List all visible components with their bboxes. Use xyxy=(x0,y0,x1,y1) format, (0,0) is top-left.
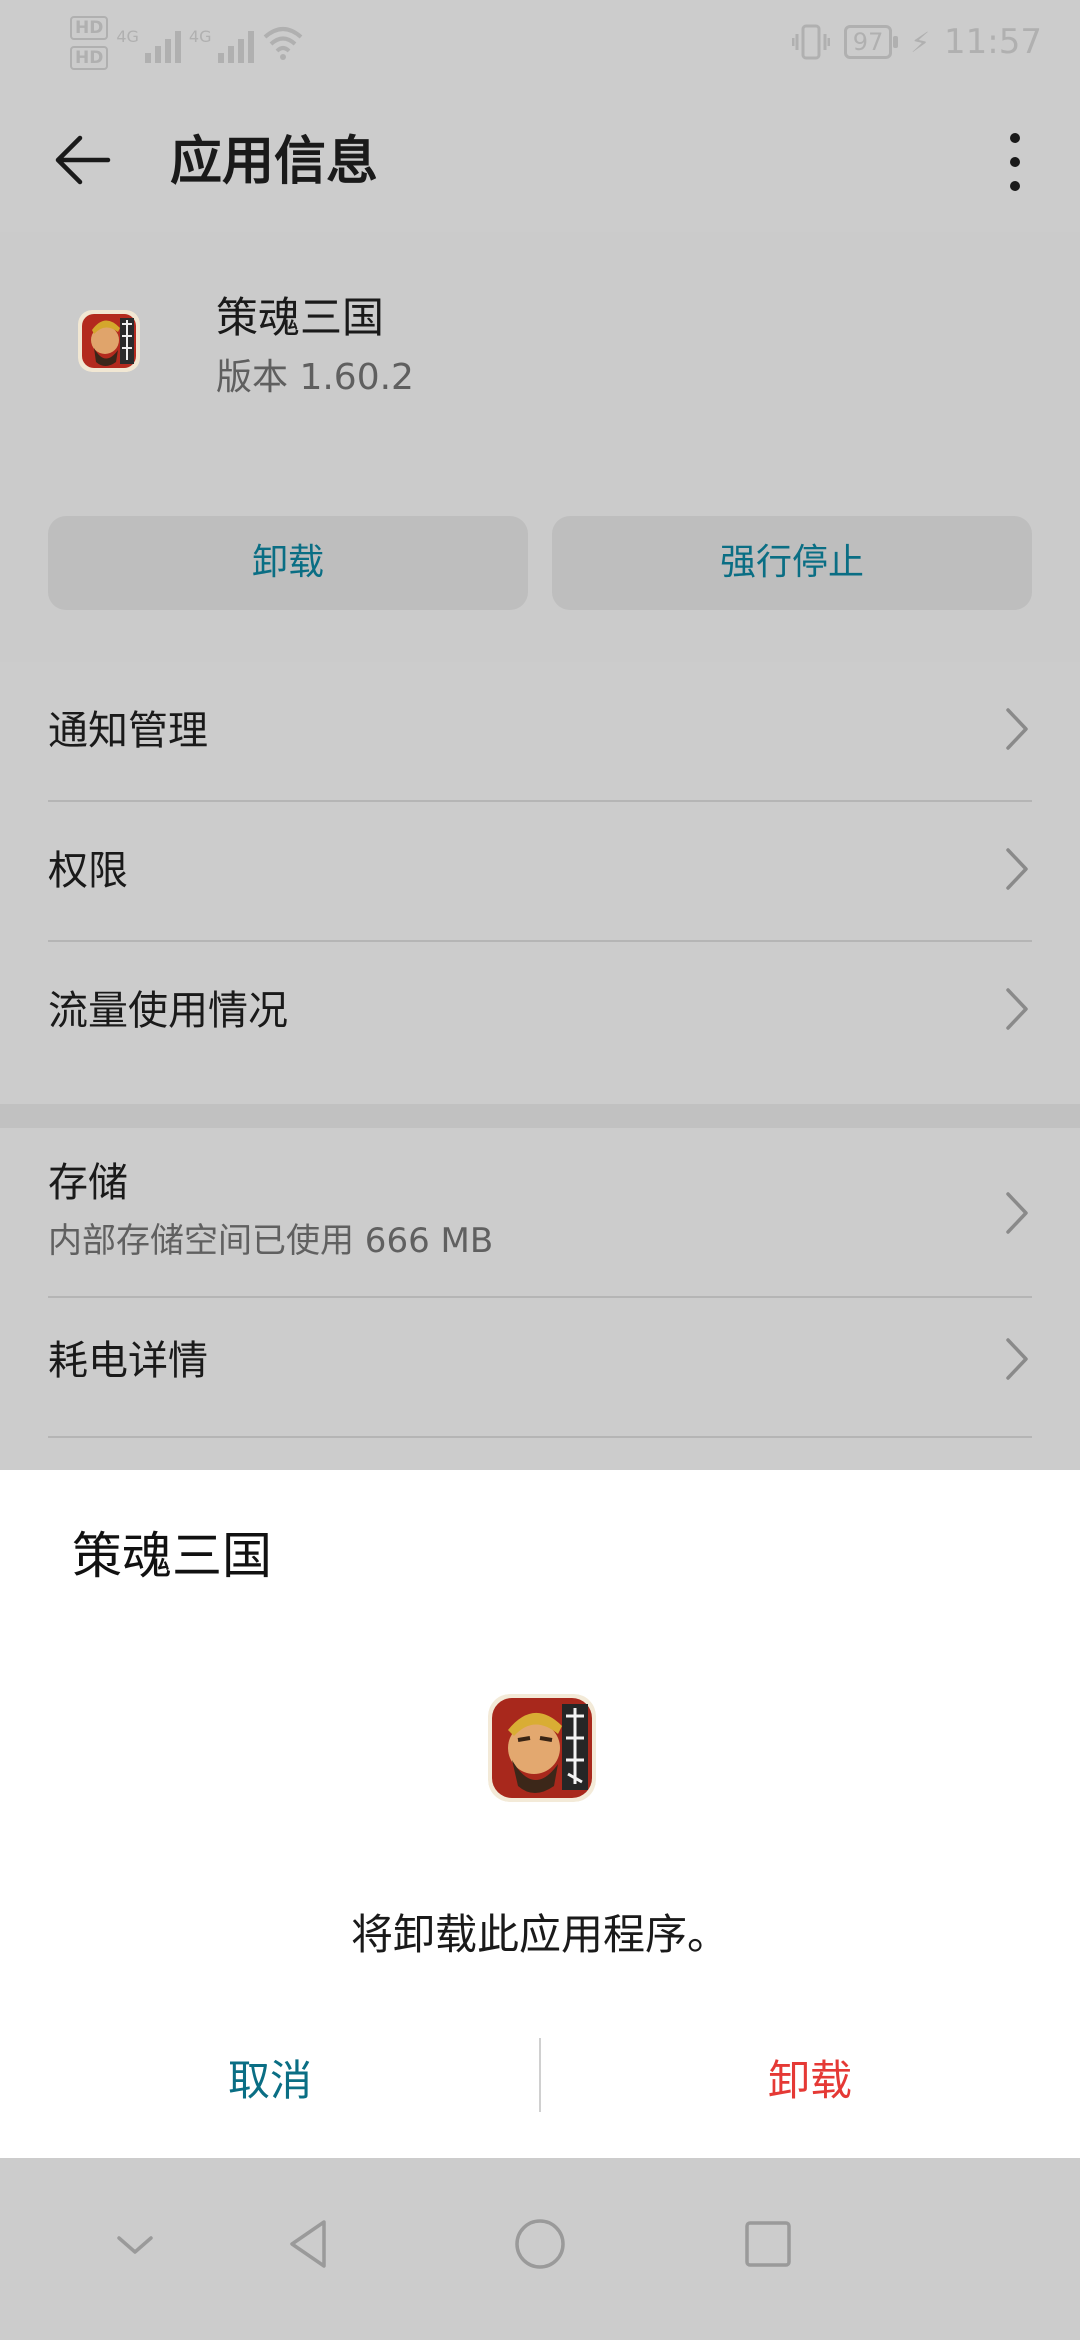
section-divider xyxy=(0,1104,1080,1128)
status-bar: HD HD 4G 4G 97 ⚡ 11:57 xyxy=(0,0,1080,90)
status-left: HD HD 4G 4G xyxy=(70,16,304,70)
row-label: 权限 xyxy=(48,848,128,894)
battery-details-row[interactable]: 耗电详情 xyxy=(48,1298,1032,1438)
wifi-icon xyxy=(263,27,302,60)
cancel-button[interactable]: 取消 xyxy=(0,2036,540,2126)
back-triangle-icon[interactable] xyxy=(280,2214,340,2274)
chevron-right-icon xyxy=(1006,1338,1028,1380)
clock: 11:57 xyxy=(944,22,1042,62)
row-label: 耗电详情 xyxy=(48,1338,208,1384)
status-right: 97 ⚡ 11:57 xyxy=(791,22,1042,62)
network-type-2: 4G xyxy=(188,27,212,46)
app-header: 策魂三国 版本 1.60.2 卸载 强行停止 xyxy=(0,232,1080,662)
uninstall-button[interactable]: 卸载 xyxy=(48,516,528,610)
signal-1-icon: 4G xyxy=(116,23,181,63)
app-icon xyxy=(78,310,140,372)
chevron-right-icon xyxy=(1006,988,1028,1030)
app-icon xyxy=(488,1694,596,1802)
recents-square-icon[interactable] xyxy=(738,2214,798,2274)
settings-list-2: 存储 内部存储空间已使用 666 MB 耗电详情 xyxy=(0,1128,1080,1468)
page-title: 应用信息 xyxy=(170,132,379,192)
dialog-message: 将卸载此应用程序。 xyxy=(350,1910,729,1959)
force-stop-button[interactable]: 强行停止 xyxy=(552,516,1032,610)
chevron-right-icon xyxy=(1006,848,1028,890)
row-label: 通知管理 xyxy=(48,708,208,754)
charging-icon: ⚡ xyxy=(910,25,931,59)
hd-badge-1: HD xyxy=(70,16,109,40)
storage-row[interactable]: 存储 内部存储空间已使用 666 MB xyxy=(48,1128,1032,1298)
confirm-uninstall-button[interactable]: 卸载 xyxy=(540,2036,1080,2126)
app-bar: 应用信息 xyxy=(0,90,1080,230)
chevron-right-icon xyxy=(1006,708,1028,750)
chevron-right-icon xyxy=(1006,1192,1028,1234)
network-type-1: 4G xyxy=(116,27,139,46)
storage-title: 存储 xyxy=(48,1160,128,1206)
hd-indicators: HD HD xyxy=(70,16,109,70)
permissions-row[interactable]: 权限 xyxy=(48,802,1032,942)
app-version: 版本 1.60.2 xyxy=(216,357,414,398)
home-circle-icon[interactable] xyxy=(510,2214,570,2274)
dialog-title: 策魂三国 xyxy=(72,1527,272,1585)
signal-2-icon: 4G xyxy=(189,23,254,63)
uninstall-dialog: 策魂三国 将卸载此应用程序。 取消 卸载 xyxy=(0,1470,1080,2158)
storage-subtitle: 内部存储空间已使用 666 MB xyxy=(48,1221,494,1261)
notification-management-row[interactable]: 通知管理 xyxy=(48,662,1032,802)
data-usage-row[interactable]: 流量使用情况 xyxy=(48,942,1032,1080)
back-arrow-icon[interactable] xyxy=(52,130,112,190)
settings-list: 通知管理 权限 流量使用情况 xyxy=(0,662,1080,1102)
app-name: 策魂三国 xyxy=(216,293,385,342)
battery-icon: 97 xyxy=(843,25,898,59)
row-label: 流量使用情况 xyxy=(48,988,288,1034)
more-vertical-icon[interactable] xyxy=(1000,130,1030,194)
navigation-bar xyxy=(0,2158,1080,2340)
hd-badge-2: HD xyxy=(70,46,109,70)
vibrate-icon xyxy=(791,24,830,60)
collapse-icon[interactable] xyxy=(105,2214,165,2274)
